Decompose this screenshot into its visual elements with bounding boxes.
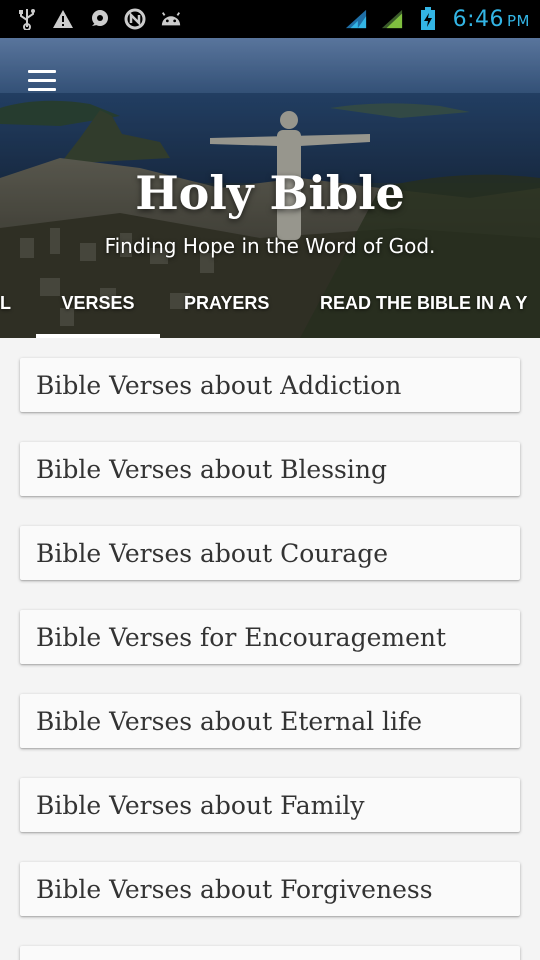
tab-read-bible-in-a-year[interactable]: READ THE BIBLE IN A Y [320,286,527,338]
list-item[interactable]: Bible Verses about Courage [20,526,520,580]
list-item-label: Bible Verses about Blessing [36,454,387,484]
wifi-signal-icon [345,8,367,30]
tab-previous[interactable]: L [0,286,11,338]
hamburger-menu-icon[interactable] [20,62,64,98]
android-icon [160,8,182,30]
list-item-label: Bible Verses about Family [36,790,365,820]
list-item[interactable]: Bible Verses about Eternal life [20,694,520,748]
list-item-label: Bible Verses about Eternal life [36,706,423,736]
battery-charging-icon [417,7,439,30]
n-icon [124,8,146,30]
list-item[interactable]: Bible Verses for Encouragement [20,610,520,664]
header-banner: Holy Bible Finding Hope in the Word of G… [0,38,540,338]
list-item-label: Bible Verses about Addiction [36,370,402,400]
clock: 6:46 PM [452,6,530,32]
cell-signal-icon [381,8,403,30]
tab-prayers[interactable]: PRAYERS [184,286,269,338]
list-item[interactable]: Bible Verses about Family [20,778,520,832]
tab-verses[interactable]: VERSES [36,286,160,338]
list-item[interactable]: Bible Verses about Blessing [20,442,520,496]
app-subtitle: Finding Hope in the Word of God. [104,234,436,258]
usb-icon [16,8,38,30]
verse-topic-list: Bible Verses about Addiction Bible Verse… [0,338,540,960]
list-item-label: Bible Verses about Forgiveness [36,874,433,904]
list-item-partial[interactable] [20,946,520,960]
list-item-label: Bible Verses for Encouragement [36,622,447,652]
status-bar: 6:46 PM [0,0,540,38]
list-item[interactable]: Bible Verses about Addiction [20,358,520,412]
list-item[interactable]: Bible Verses about Forgiveness [20,862,520,916]
list-item-label: Bible Verses about Courage [36,538,389,568]
tab-bar: L VERSES PRAYERS READ THE BIBLE IN A Y [0,286,540,338]
warning-icon [52,8,74,30]
messenger-icon [88,8,110,30]
app-title: Holy Bible [135,166,405,220]
